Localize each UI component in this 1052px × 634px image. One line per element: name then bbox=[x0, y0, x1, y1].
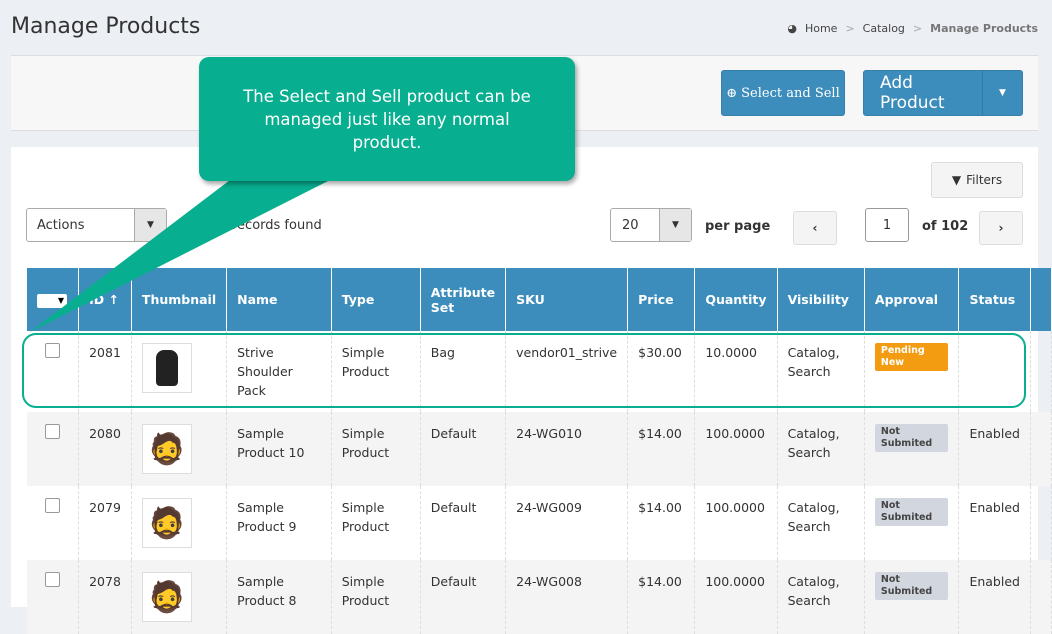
callout-tooltip: The Select and Sell product can be manag… bbox=[199, 57, 575, 181]
